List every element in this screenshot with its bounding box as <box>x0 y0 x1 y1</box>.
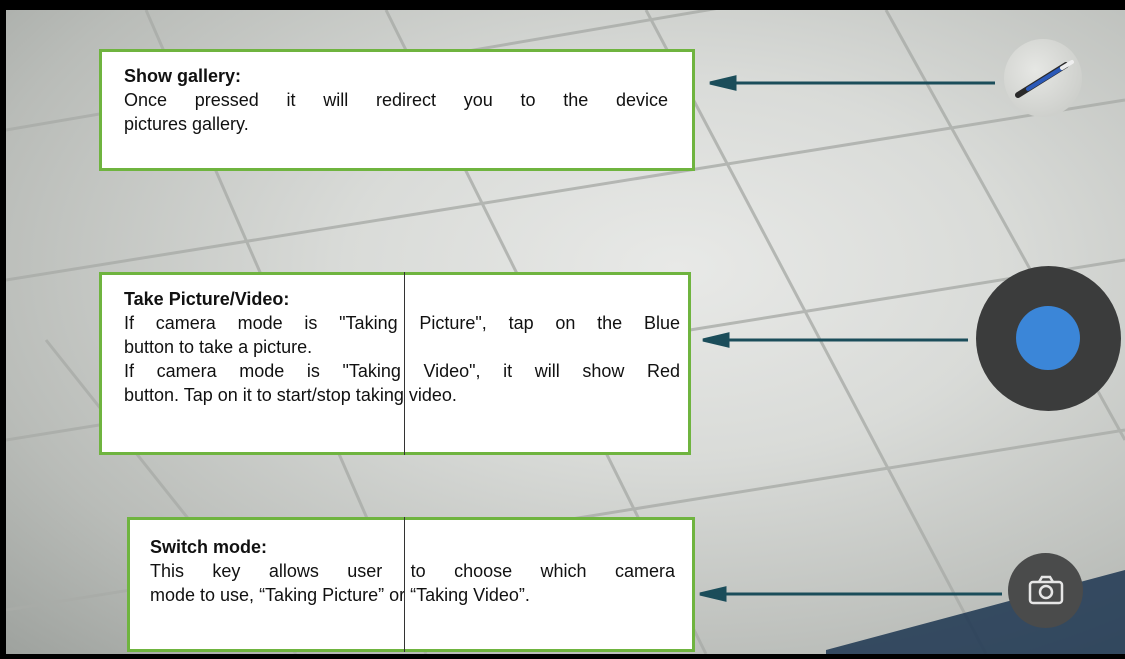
callout-text: This key allows user to choose which cam… <box>150 559 675 607</box>
guide-line <box>404 272 405 455</box>
callout-line: Once pressed it will redirect you to the… <box>124 90 668 110</box>
camera-icon <box>1028 575 1064 605</box>
callout-text: If camera mode is "Taking Picture", tap … <box>124 311 680 407</box>
callout-title: Take Picture/Video: <box>124 289 290 309</box>
callout-line: pictures gallery. <box>124 114 249 134</box>
arrow-head-gallery <box>709 75 737 91</box>
arrow-head-switch <box>699 586 727 602</box>
callout-line: mode to use, “Taking Picture” or “Taking… <box>150 585 530 605</box>
arrow-head-take <box>702 332 730 348</box>
guide-line <box>404 517 405 652</box>
switch-mode-button[interactable] <box>1008 553 1083 628</box>
callout-take-picture-video: Take Picture/Video: If camera mode is "T… <box>99 272 691 455</box>
camera-screen: Show gallery: Once pressed it will redir… <box>0 0 1125 659</box>
callout-line: If camera mode is "Taking Picture", tap … <box>124 313 680 333</box>
callout-line: button. Tap on it to start/stop taking v… <box>124 385 457 405</box>
callout-title: Show gallery: <box>124 66 242 86</box>
callout-switch-mode: Switch mode: This key allows user to cho… <box>127 517 695 652</box>
callout-title: Switch mode: <box>150 537 268 557</box>
callout-text: Once pressed it will redirect you to the… <box>124 88 668 136</box>
shutter-button[interactable] <box>976 266 1121 411</box>
gallery-thumbnail-icon <box>1015 60 1074 98</box>
callout-line: If camera mode is "Taking Video", it wil… <box>124 361 680 381</box>
gallery-thumbnail-button[interactable] <box>1004 39 1082 117</box>
shutter-icon <box>1016 306 1080 370</box>
callout-show-gallery: Show gallery: Once pressed it will redir… <box>99 49 695 171</box>
callout-line: button to take a picture. <box>124 337 313 357</box>
callout-line: This key allows user to choose which cam… <box>150 561 675 581</box>
